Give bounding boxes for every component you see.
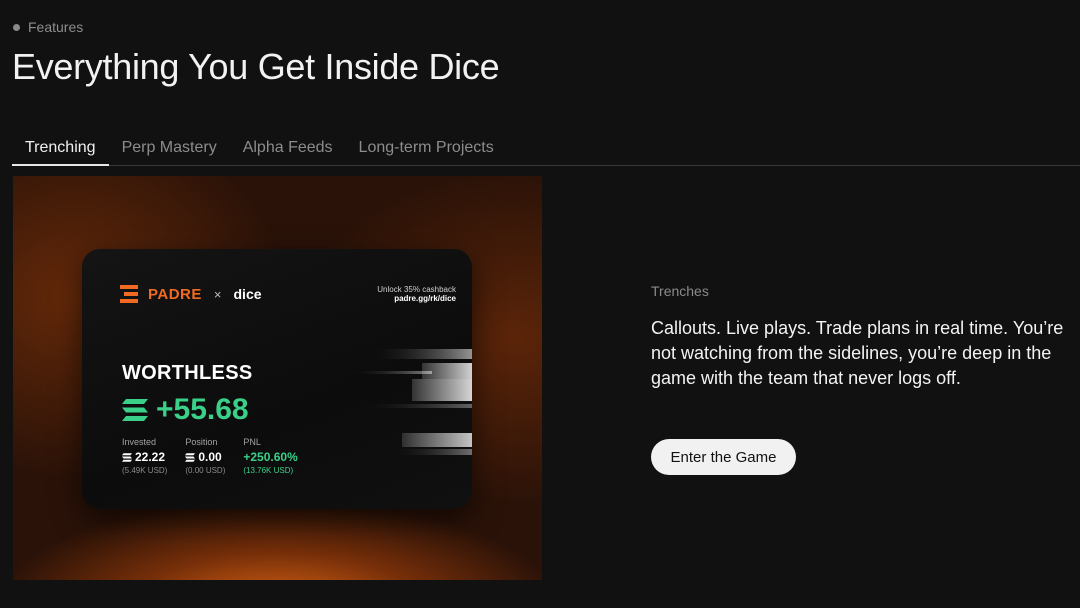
token-status: WORTHLESS [122,362,253,384]
feature-hero-image: PADRE × dice Unlock 35% cashback padre.g… [13,176,542,580]
tab-perp-mastery[interactable]: Perp Mastery [109,128,230,166]
promo-link: padre.gg/rk/dice [394,294,456,303]
stat-value: 0.00 [185,450,225,464]
section-eyebrow: Features [13,19,83,35]
solana-icon [122,452,132,462]
stat-sub: (5.49K USD) [122,466,168,475]
solana-icon [185,452,196,462]
brand-separator: × [213,286,222,302]
pnl-main: +55.68 [122,393,249,427]
tab-alpha-feeds[interactable]: Alpha Feeds [230,128,346,166]
feature-tabs: Trenching Perp Mastery Alpha Feeds Long-… [12,128,1080,166]
eyebrow-label: Features [28,19,84,35]
cashback-promo: Unlock 35% cashback padre.gg/rk/dice [377,285,456,303]
card-brand: PADRE × dice [120,285,262,303]
page-title: Everything You Get Inside Dice [12,46,500,87]
enter-the-game-button[interactable]: Enter the Game [651,439,796,475]
tab-long-term-projects[interactable]: Long-term Projects [346,128,507,166]
padre-logo-icon [120,285,138,303]
promo-text: Unlock 35% cashback [377,285,456,294]
stat-position: Position 0.00 (0.00 USD) [185,437,225,475]
stat-invested: Invested 22.22 (5.49K USD) [122,437,167,475]
partner-name: dice [233,286,262,302]
section-label: Trenches [651,283,709,299]
stat-value: 22.22 [122,450,167,464]
stat-label: Position [185,437,218,447]
stat-value: +250.60% [243,450,298,464]
pnl-card: PADRE × dice Unlock 35% cashback padre.g… [82,249,472,509]
pnl-value: +55.68 [156,393,249,426]
section-description: Callouts. Live plays. Trade plans in rea… [651,318,1064,388]
decorative-blocks-icon [352,349,472,455]
stat-label: Invested [122,437,157,447]
eyebrow-dot [13,23,20,31]
stat-pnl: PNL +250.60% (13.76K USD) [243,437,297,475]
stat-label: PNL [243,437,261,447]
brand-name: PADRE [148,285,202,303]
solana-icon [122,399,148,421]
tab-trenching[interactable]: Trenching [12,128,109,166]
stat-sub: (0.00 USD) [185,466,226,475]
stat-sub: (13.76K USD) [243,466,294,475]
card-stats: Invested 22.22 (5.49K USD) Position 0.00… [122,437,298,475]
